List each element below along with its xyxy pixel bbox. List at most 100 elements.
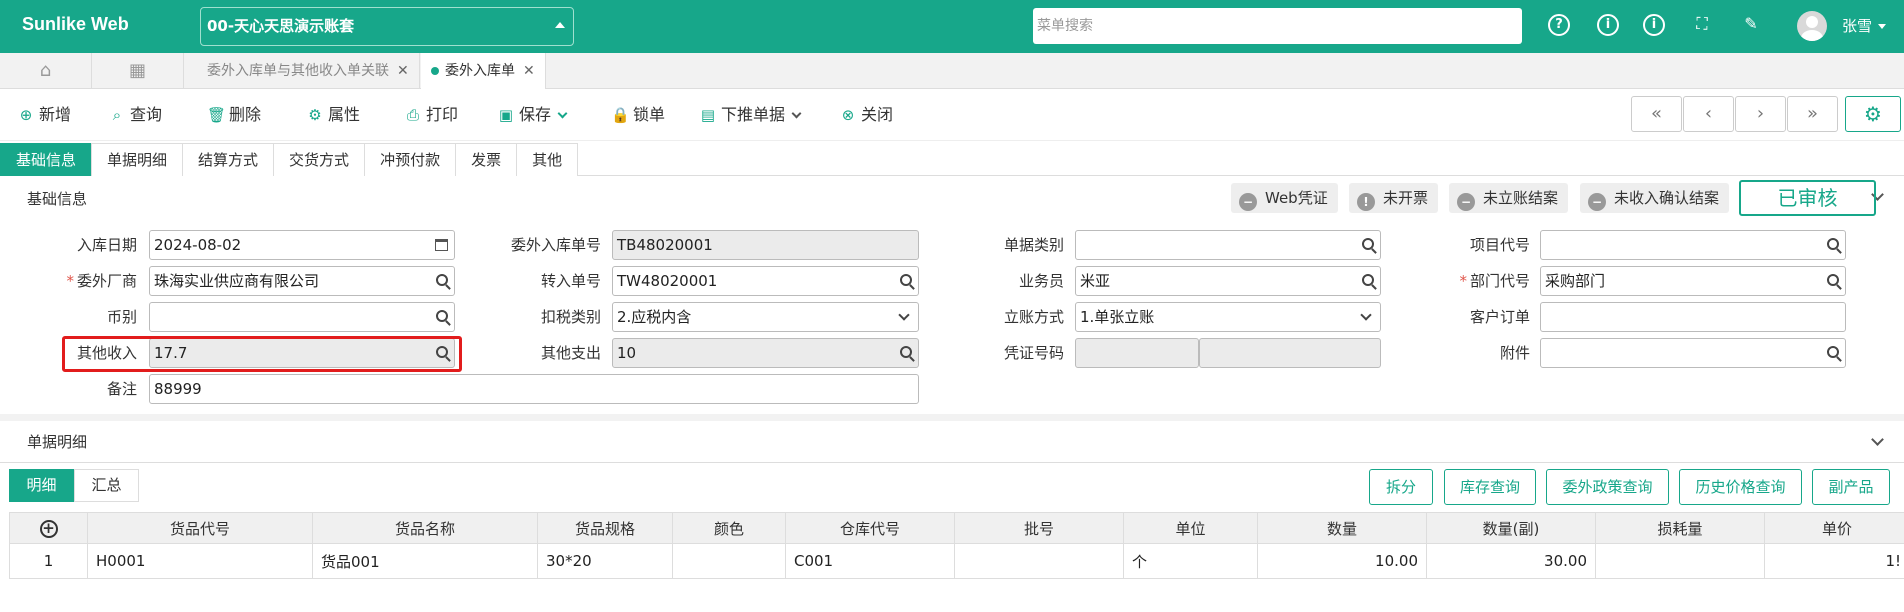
tab-invoice[interactable]: 发票	[455, 143, 518, 176]
cell-qty[interactable]: 10.00	[1257, 543, 1427, 579]
tab-related-orders[interactable]: 委外入库单与其他收入单关联 ✕	[197, 53, 420, 89]
chevron-down-icon[interactable]	[557, 108, 568, 119]
first-record-icon[interactable]: «	[1631, 96, 1682, 132]
search-icon[interactable]	[436, 274, 448, 286]
clean-icon[interactable]: ✎	[1740, 14, 1762, 36]
calendar-icon[interactable]	[435, 239, 448, 251]
table-row[interactable]: 1 H0001 货品001 30*20 C001 个 10.00 30.00 1…	[9, 543, 1904, 579]
properties-button[interactable]: ⚙ 属性	[306, 103, 360, 127]
search-icon[interactable]	[900, 346, 912, 358]
close-button[interactable]: ⊗ 关闭	[839, 103, 893, 127]
chevron-down-icon[interactable]	[791, 108, 802, 119]
col-header[interactable]: 颜色	[672, 512, 786, 544]
web-voucher-badge[interactable]: − Web凭证	[1231, 183, 1338, 213]
split-button[interactable]: 拆分	[1369, 469, 1433, 505]
subtab-summary[interactable]: 汇总	[74, 469, 139, 502]
subtab-detail[interactable]: 明细	[9, 469, 74, 502]
cell-name[interactable]: 货品001	[312, 543, 538, 579]
cell-price[interactable]: 1!	[1764, 543, 1904, 579]
by-product-button[interactable]: 副产品	[1812, 469, 1890, 505]
col-header[interactable]: 批号	[954, 512, 1124, 544]
account-method-select[interactable]: 1.单张立账	[1075, 302, 1381, 332]
cell-loss[interactable]	[1595, 543, 1765, 579]
col-header[interactable]: 单价	[1764, 512, 1904, 544]
attachment-field[interactable]	[1540, 338, 1846, 368]
info-icon[interactable]: i	[1597, 14, 1619, 36]
tab-delivery[interactable]: 交货方式	[273, 143, 366, 176]
col-header[interactable]: 货品名称	[312, 512, 538, 544]
cell-color[interactable]	[672, 543, 786, 579]
tab-detail[interactable]: 单据明细	[91, 143, 184, 176]
project-code-field[interactable]	[1540, 230, 1846, 260]
tab-settlement[interactable]: 结算方式	[182, 143, 275, 176]
search-icon[interactable]	[900, 274, 912, 286]
search-icon[interactable]	[1827, 346, 1839, 358]
other-expense-field[interactable]: 10	[612, 338, 919, 368]
col-header[interactable]: 损耗量	[1595, 512, 1765, 544]
customer-order-field[interactable]	[1540, 302, 1846, 332]
new-button[interactable]: ⊕ 新增	[17, 103, 71, 127]
print-button[interactable]: ⎙ 打印	[404, 103, 458, 127]
chevron-down-icon	[1878, 24, 1887, 29]
cell-unit[interactable]: 个	[1123, 543, 1258, 579]
stock-query-button[interactable]: 库存查询	[1444, 469, 1536, 505]
income-status-badge[interactable]: − 未收入确认结案	[1580, 183, 1730, 213]
apps-grid-icon[interactable]: ▦	[92, 53, 184, 89]
tab-outsource-receipt[interactable]: 委外入库单 ✕	[421, 53, 546, 89]
next-record-icon[interactable]: ›	[1735, 96, 1786, 132]
account-selector[interactable]: 00-天心天思演示账套	[200, 7, 574, 46]
col-header[interactable]: 货品代号	[87, 512, 313, 544]
in-date-field[interactable]: 2024-08-02	[149, 230, 455, 260]
tab-other[interactable]: 其他	[516, 143, 579, 176]
help-icon[interactable]: ?	[1548, 14, 1570, 36]
invoice-status-badge[interactable]: ! 未开票	[1349, 183, 1439, 213]
push-down-button[interactable]: ▤ 下推单据	[699, 103, 802, 127]
chevron-down-icon[interactable]	[1871, 433, 1884, 446]
cell-spec[interactable]: 30*20	[537, 543, 673, 579]
col-header[interactable]: 货品规格	[537, 512, 673, 544]
cell-qty2[interactable]: 30.00	[1426, 543, 1596, 579]
tab-basic-info[interactable]: 基础信息	[0, 143, 93, 176]
search-icon[interactable]	[1827, 274, 1839, 286]
close-icon[interactable]: ✕	[397, 63, 409, 79]
user-menu[interactable]: 张雪	[1842, 15, 1887, 36]
add-row-button[interactable]: +	[9, 512, 88, 544]
price-history-button[interactable]: 历史价格查询	[1679, 469, 1802, 505]
about-icon[interactable]: i	[1643, 14, 1665, 36]
cell-code[interactable]: H0001	[87, 543, 313, 579]
search-icon[interactable]	[1362, 238, 1374, 250]
delete-button[interactable]: 🗑 删除	[207, 103, 261, 127]
search-icon[interactable]	[1827, 238, 1839, 250]
col-header[interactable]: 数量	[1257, 512, 1427, 544]
tab-prepayment[interactable]: 冲预付款	[364, 143, 457, 176]
cell-batch[interactable]	[954, 543, 1124, 579]
lock-button[interactable]: 🔒 锁单	[611, 103, 665, 127]
col-header[interactable]: 仓库代号	[785, 512, 955, 544]
menu-search-input[interactable]: 菜单搜索	[1033, 8, 1522, 44]
currency-field[interactable]	[149, 302, 455, 332]
fullscreen-icon[interactable]: ⛶	[1691, 14, 1713, 36]
dept-code-field[interactable]: 采购部门	[1540, 266, 1846, 296]
settle-status-badge[interactable]: − 未立账结案	[1449, 183, 1569, 213]
col-header[interactable]: 单位	[1123, 512, 1258, 544]
settings-gear-icon[interactable]: ⚙	[1845, 96, 1901, 132]
doc-type-field[interactable]	[1075, 230, 1381, 260]
prev-record-icon[interactable]: ‹	[1683, 96, 1734, 132]
home-icon[interactable]: ⌂	[0, 53, 92, 89]
salesman-field[interactable]: 米亚	[1075, 266, 1381, 296]
vendor-field[interactable]: 珠海实业供应商有限公司	[149, 266, 455, 296]
remark-field[interactable]: 88999	[149, 374, 919, 404]
transfer-no-field[interactable]: TW48020001	[612, 266, 919, 296]
save-button[interactable]: ▣ 保存	[497, 103, 568, 127]
close-icon[interactable]: ✕	[523, 63, 535, 79]
cell-warehouse[interactable]: C001	[785, 543, 955, 579]
outsource-policy-button[interactable]: 委外政策查询	[1546, 469, 1669, 505]
col-header[interactable]: 数量(副)	[1426, 512, 1596, 544]
attachment-label: 附件	[1499, 344, 1530, 362]
last-record-icon[interactable]: »	[1787, 96, 1838, 132]
tax-type-select[interactable]: 2.应税内含	[612, 302, 919, 332]
search-icon[interactable]	[1362, 274, 1374, 286]
search-icon[interactable]	[436, 310, 448, 322]
avatar[interactable]	[1797, 11, 1827, 41]
query-button[interactable]: ⌕ 查询	[108, 103, 162, 127]
